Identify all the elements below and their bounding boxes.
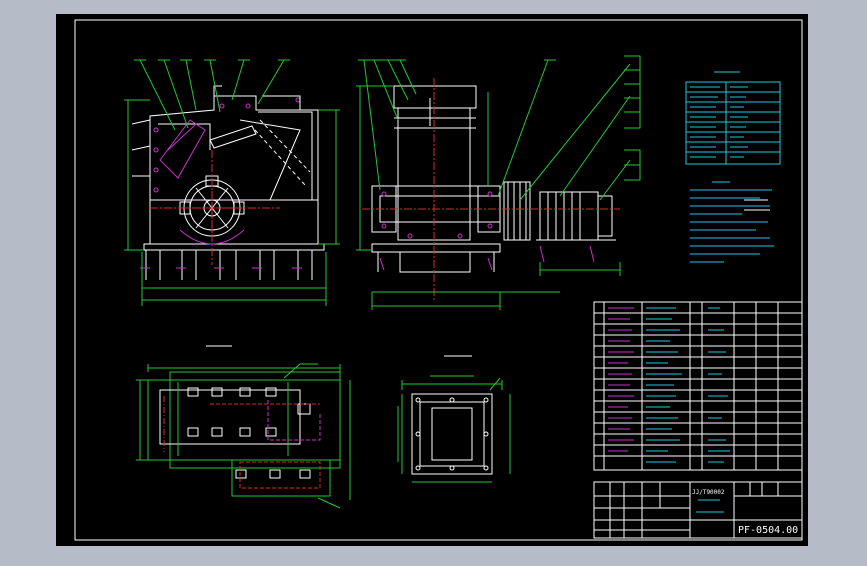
cad-viewport: JJ/T90002 PF-0504.00 [0,0,867,562]
drawing-number: PF-0504.00 [738,525,798,536]
ref-code: JJ/T90002 [692,489,725,496]
cad-drawing: JJ/T90002 PF-0504.00 [56,14,808,546]
